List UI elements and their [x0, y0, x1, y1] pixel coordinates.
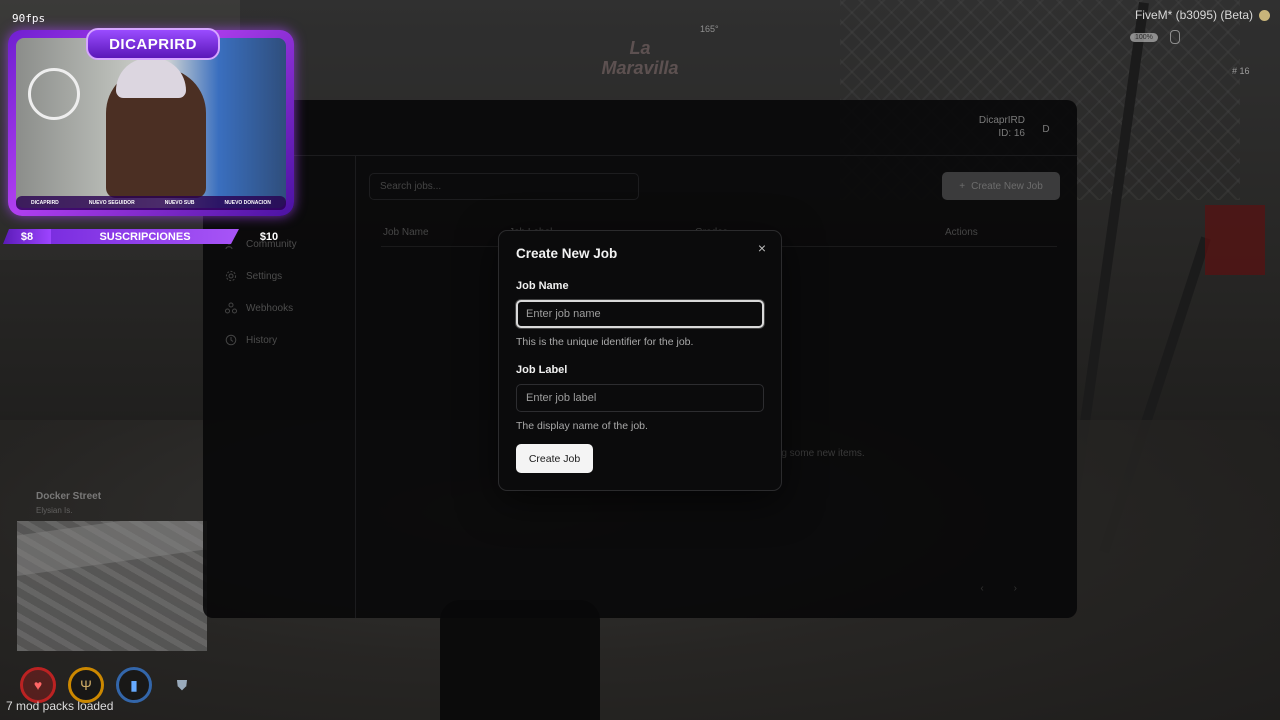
compass-heading: 165°: [700, 24, 719, 34]
job-name-input[interactable]: [516, 300, 764, 328]
sidebar-item-webhooks[interactable]: Webhooks: [225, 302, 293, 314]
client-version: FiveM* (b3095) (Beta): [1135, 8, 1270, 22]
microphone-icon: [1169, 30, 1180, 44]
create-job-button[interactable]: Create Job: [516, 444, 593, 473]
street-name: Docker Street: [36, 491, 102, 502]
chevron-right-icon[interactable]: ›: [1014, 583, 1047, 594]
create-new-job-label: Create New Job: [971, 180, 1043, 192]
history-icon: [225, 334, 237, 346]
webcam-fan: [28, 68, 80, 120]
minimap: [17, 521, 207, 651]
webcam-overlay: DICAPRIRD DICAPRIRD NUEVO SEGUIDOR NUEVO…: [8, 28, 294, 216]
alert-label: NUEVO DONACION: [224, 200, 271, 206]
column-header-actions: Actions: [945, 227, 978, 238]
subscription-goal-bar: $8 SUSCRIPCIONES $10: [3, 229, 303, 244]
webhook-icon: [225, 302, 237, 314]
sidebar: Community Settings Webhooks History: [203, 155, 356, 618]
streamer-hat: [116, 58, 186, 98]
user-id: ID: 16: [998, 128, 1025, 139]
client-version-label: FiveM* (b3095) (Beta): [1134, 8, 1253, 22]
panel-topbar: DicaprIRD ID: 16 D: [203, 100, 1077, 156]
plus-icon: +: [959, 180, 966, 192]
player-count: # 16: [1232, 66, 1250, 76]
voice-volume: 100%: [1130, 32, 1158, 42]
sidebar-item-label: Settings: [246, 270, 283, 282]
fps-counter: 90fps: [12, 12, 46, 25]
alert-label: NUEVO SEGUIDOR: [88, 200, 135, 206]
gear-icon: [225, 270, 237, 282]
sidebar-item-label: Webhooks: [246, 302, 294, 314]
empty-state-subtitle: ding some new items.: [768, 448, 865, 459]
job-label-help: The display name of the job.: [516, 420, 648, 432]
create-job-dialog: Create New Job × Job Name This is the un…: [498, 230, 782, 491]
sub-goal-right: $10: [259, 230, 279, 243]
job-label-input[interactable]: [516, 384, 764, 412]
alert-label: NUEVO SUB: [164, 200, 195, 206]
pagination: ‹›: [980, 583, 1047, 594]
sub-goal-left: $8: [3, 229, 51, 244]
avatar[interactable]: D: [1035, 118, 1057, 140]
sidebar-item-label: History: [246, 334, 278, 346]
voice-indicator: 100%: [1130, 30, 1180, 44]
mod-packs-status: 7 mod packs loaded: [6, 699, 114, 713]
thirst-icon: ▮: [116, 667, 152, 703]
health-icon: ♥: [20, 667, 56, 703]
job-label-label: Job Label: [516, 364, 568, 376]
sidebar-item-settings[interactable]: Settings: [225, 270, 282, 282]
hunger-icon: Ψ: [68, 667, 104, 703]
street-area: Elysian Is.: [36, 506, 73, 515]
job-name-label: Job Name: [516, 280, 569, 292]
column-header-job-name[interactable]: Job Name: [383, 227, 429, 238]
status-bar: ♥ Ψ ▮ ⛊: [20, 667, 200, 703]
minimap-road: [17, 521, 207, 577]
alert-label: DICAPRIRD: [31, 200, 59, 206]
webcam-video: [16, 38, 286, 208]
fivem-logo-icon: [1259, 9, 1270, 21]
user-info: DicaprIRD ID: 16: [979, 114, 1025, 140]
armor-icon: ⛊: [176, 676, 188, 693]
chevron-left-icon[interactable]: ‹: [980, 583, 1013, 594]
sub-goal-label: SUSCRIPCIONES: [51, 229, 239, 244]
watermark: [1218, 698, 1276, 716]
user-name: DicaprIRD: [978, 115, 1025, 126]
sidebar-item-history[interactable]: History: [225, 334, 277, 346]
channel-name: DICAPRIRD: [86, 28, 220, 60]
job-name-help: This is the unique identifier for the jo…: [516, 336, 694, 348]
search-input[interactable]: Search jobs...: [369, 173, 639, 200]
close-icon[interactable]: ×: [755, 241, 769, 255]
webcam-alert-bar: DICAPRIRD NUEVO SEGUIDOR NUEVO SUB NUEVO…: [16, 196, 286, 210]
dialog-title: Create New Job: [516, 246, 618, 261]
create-new-job-button[interactable]: + Create New Job: [942, 172, 1060, 200]
